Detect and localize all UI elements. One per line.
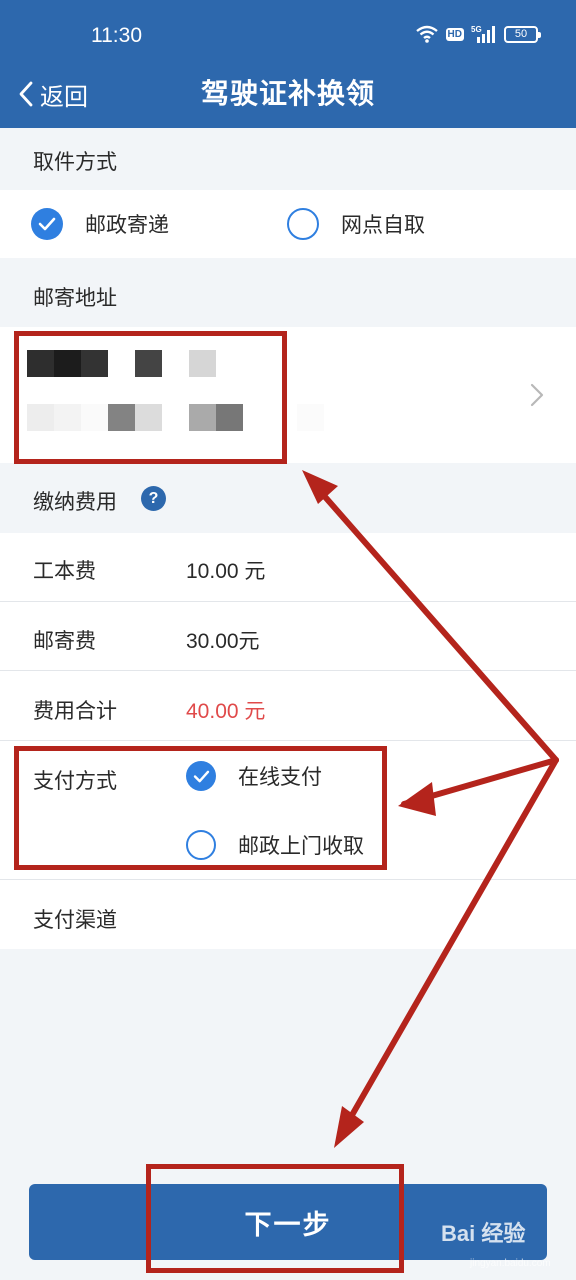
annotation-arrows [302,470,559,1148]
